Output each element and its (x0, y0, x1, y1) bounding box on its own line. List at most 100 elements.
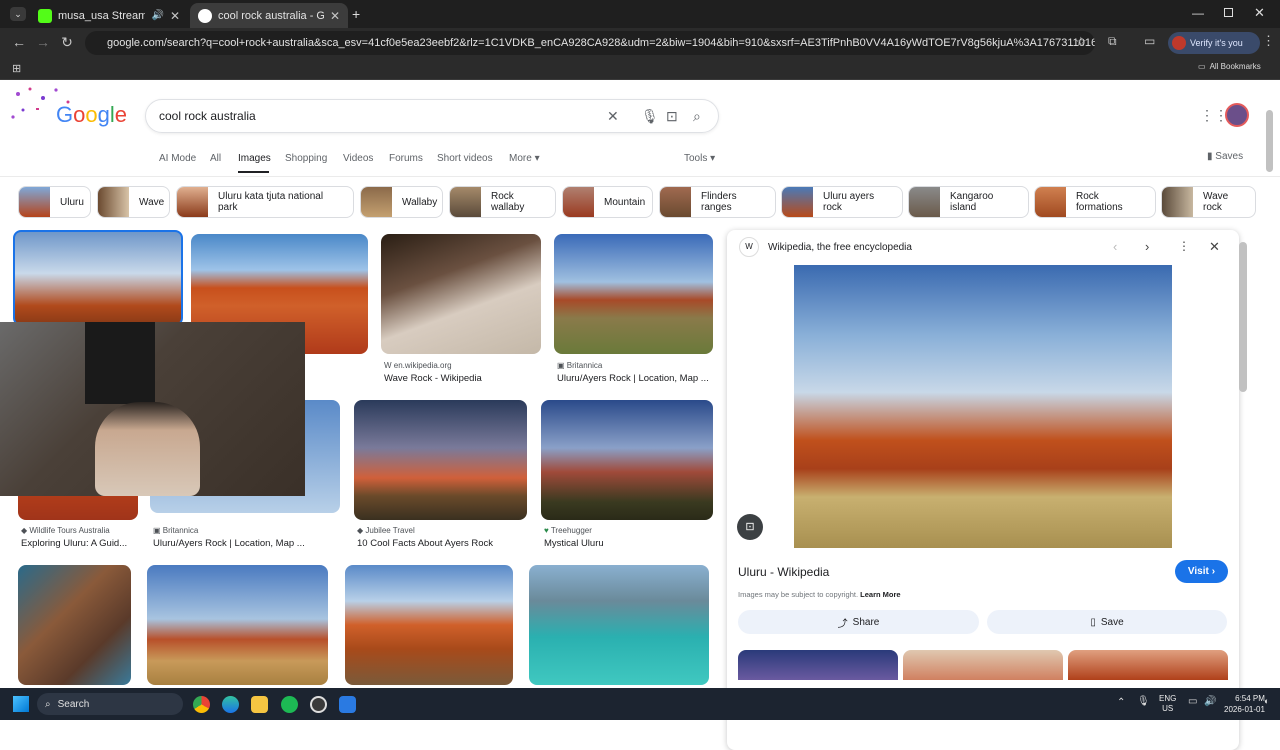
result-image-coast-rocks[interactable] (18, 565, 131, 685)
microphone-icon[interactable]: 🎙 (641, 108, 659, 125)
chip-mountain[interactable]: Mountain (562, 186, 653, 218)
spotify-icon[interactable] (281, 696, 298, 713)
result-image-uluru-plain[interactable] (147, 565, 328, 685)
more-options-icon[interactable]: ⋮ (1178, 239, 1190, 253)
maximize-button[interactable] (1224, 8, 1233, 17)
tab-shopping[interactable]: Shopping (285, 153, 327, 164)
saves-button[interactable]: ▮ Saves (1207, 151, 1243, 162)
result-source[interactable]: ▣ Britannica (153, 526, 198, 535)
learn-more-link[interactable]: Learn More (860, 590, 900, 599)
bookmark-star-icon[interactable]: ☆ (1075, 34, 1087, 50)
tab-forums[interactable]: Forums (389, 153, 423, 164)
clear-icon[interactable]: ✕ (607, 108, 619, 125)
result-title[interactable]: Exploring Uluru: A Guid... (21, 538, 136, 549)
file-explorer-icon[interactable] (251, 696, 268, 713)
previous-icon[interactable]: ‹ (1113, 239, 1117, 254)
preview-image-uluru[interactable] (794, 265, 1172, 548)
chip-uluru-ayers-rock[interactable]: Uluru ayers rock (781, 186, 903, 218)
search-icon[interactable]: ⌕ (693, 108, 701, 125)
chrome-icon[interactable] (193, 696, 210, 713)
close-tab-icon[interactable]: ✕ (330, 9, 340, 23)
menu-icon[interactable]: ⋮ (1262, 33, 1275, 49)
tab-videos[interactable]: Videos (343, 153, 373, 164)
windows-start-icon[interactable] (13, 696, 29, 712)
result-image-devils-marbles[interactable] (345, 565, 513, 685)
language-indicator[interactable]: ENG US (1159, 694, 1176, 714)
result-source[interactable]: ▣ Britannica (557, 361, 602, 370)
tab-google[interactable]: cool rock australia - Google Se ✕ (190, 3, 348, 28)
back-button[interactable]: ← (10, 34, 28, 50)
all-bookmarks[interactable]: ▭ All Bookmarks (1198, 62, 1261, 71)
obs-icon[interactable] (310, 696, 327, 713)
search-input[interactable]: cool rock australia ✕ 🎙 ⊡ ⌕ (145, 99, 719, 133)
forward-button[interactable]: → (34, 34, 52, 50)
tab-all[interactable]: All (210, 153, 221, 164)
result-image-uluru-britannica[interactable] (554, 234, 713, 354)
tab-ai-mode[interactable]: AI Mode (159, 153, 196, 164)
share-button[interactable]: ⤴ Share (738, 610, 979, 634)
result-image-wave-rock[interactable] (381, 234, 541, 354)
related-image[interactable] (738, 650, 898, 680)
tab-search-button[interactable]: ⌄ (10, 7, 26, 21)
app-icon[interactable] (339, 696, 356, 713)
visit-button[interactable]: Visit › (1175, 560, 1228, 583)
chip-rock-formations[interactable]: Rock formations (1034, 186, 1156, 218)
notification-icon[interactable]: ◐ (1264, 696, 1269, 706)
page-scrollbar[interactable] (1266, 110, 1273, 172)
result-title[interactable]: Wave Rock - Wikipedia (384, 373, 539, 384)
chip-wave-rock[interactable]: Wave rock (1161, 186, 1256, 218)
microphone-icon[interactable]: 🎙 (1137, 696, 1150, 707)
edge-icon[interactable] (222, 696, 239, 713)
result-title[interactable]: 10 Cool Facts About Ayers Rock (357, 538, 527, 549)
panel-title[interactable]: Uluru - Wikipedia (738, 565, 829, 579)
close-panel-icon[interactable]: ✕ (1209, 239, 1220, 255)
tools-button[interactable]: Tools ▾ (684, 153, 715, 164)
related-image[interactable] (903, 650, 1063, 680)
chip-uluru[interactable]: Uluru (18, 186, 91, 218)
chip-flinders-ranges[interactable]: Flinders ranges (659, 186, 776, 218)
result-image-elephant-rocks[interactable] (529, 565, 709, 685)
result-image-ayers-rock-sunset[interactable] (354, 400, 527, 520)
result-title[interactable]: Mystical Uluru (544, 538, 709, 549)
account-avatar[interactable] (1225, 103, 1249, 127)
extensions-icon[interactable]: ⧉ (1108, 34, 1117, 49)
panel-scrollbar[interactable] (1239, 242, 1247, 392)
panel-site-name[interactable]: Wikipedia, the free encyclopedia (768, 242, 912, 253)
chevron-up-icon[interactable]: ⌃ (1117, 697, 1125, 708)
result-source[interactable]: ◆ Jubilee Travel (357, 526, 415, 535)
volume-icon[interactable]: 🔊 (1204, 696, 1216, 707)
tab-stream[interactable]: musa_usa Stream - Watch L 🔊 ✕ (30, 3, 188, 28)
minimize-button[interactable]: — (1192, 6, 1204, 20)
next-icon[interactable]: › (1145, 239, 1149, 254)
reload-button[interactable]: ↻ (58, 34, 76, 51)
tab-images[interactable]: Images (238, 153, 271, 164)
result-image-uluru-selected[interactable] (13, 230, 183, 326)
chip-wallaby[interactable]: Wallaby (360, 186, 443, 218)
save-button[interactable]: ▯ Save (987, 610, 1227, 634)
network-icon[interactable]: ▭ (1188, 696, 1197, 707)
address-bar[interactable]: google.com/search?q=cool+rock+australia&… (85, 31, 1095, 55)
google-apps-icon[interactable]: ⋮⋮ (1200, 107, 1228, 124)
tab-short-videos[interactable]: Short videos (437, 153, 493, 164)
lens-search-icon[interactable]: ⊡ (737, 514, 763, 540)
result-source[interactable]: ♥ Treehugger (544, 526, 592, 535)
result-title[interactable]: Uluru/Ayers Rock | Location, Map ... (153, 538, 338, 549)
lens-icon[interactable]: ⊡ (666, 108, 678, 125)
result-source[interactable]: ◆ Wildlife Tours Australia (21, 526, 110, 535)
taskbar-search[interactable]: ⌕ Search (37, 693, 183, 715)
close-tab-icon[interactable]: ✕ (170, 9, 180, 23)
chip-wave[interactable]: Wave (97, 186, 170, 218)
close-window-button[interactable]: ✕ (1254, 5, 1265, 21)
chip-kangaroo-island[interactable]: Kangaroo island (908, 186, 1029, 218)
new-tab-button[interactable]: + (352, 6, 360, 22)
result-source[interactable]: W en.wikipedia.org (384, 361, 452, 370)
apps-icon[interactable]: ⊞ (12, 62, 21, 75)
profile-verify-button[interactable]: Verify it's you (1168, 32, 1260, 54)
chip-uluru-kata-tjuta[interactable]: Uluru kata tjuta national park (176, 186, 354, 218)
result-title[interactable]: Uluru/Ayers Rock | Location, Map ... (557, 373, 712, 384)
clock[interactable]: 6:54 PM 2026-01-01 (1224, 693, 1265, 715)
result-image-mystical-uluru[interactable] (541, 400, 713, 520)
chip-rock-wallaby[interactable]: Rock wallaby (449, 186, 556, 218)
cast-icon[interactable]: ▭ (1144, 34, 1155, 48)
tab-more[interactable]: More ▾ (509, 153, 540, 164)
